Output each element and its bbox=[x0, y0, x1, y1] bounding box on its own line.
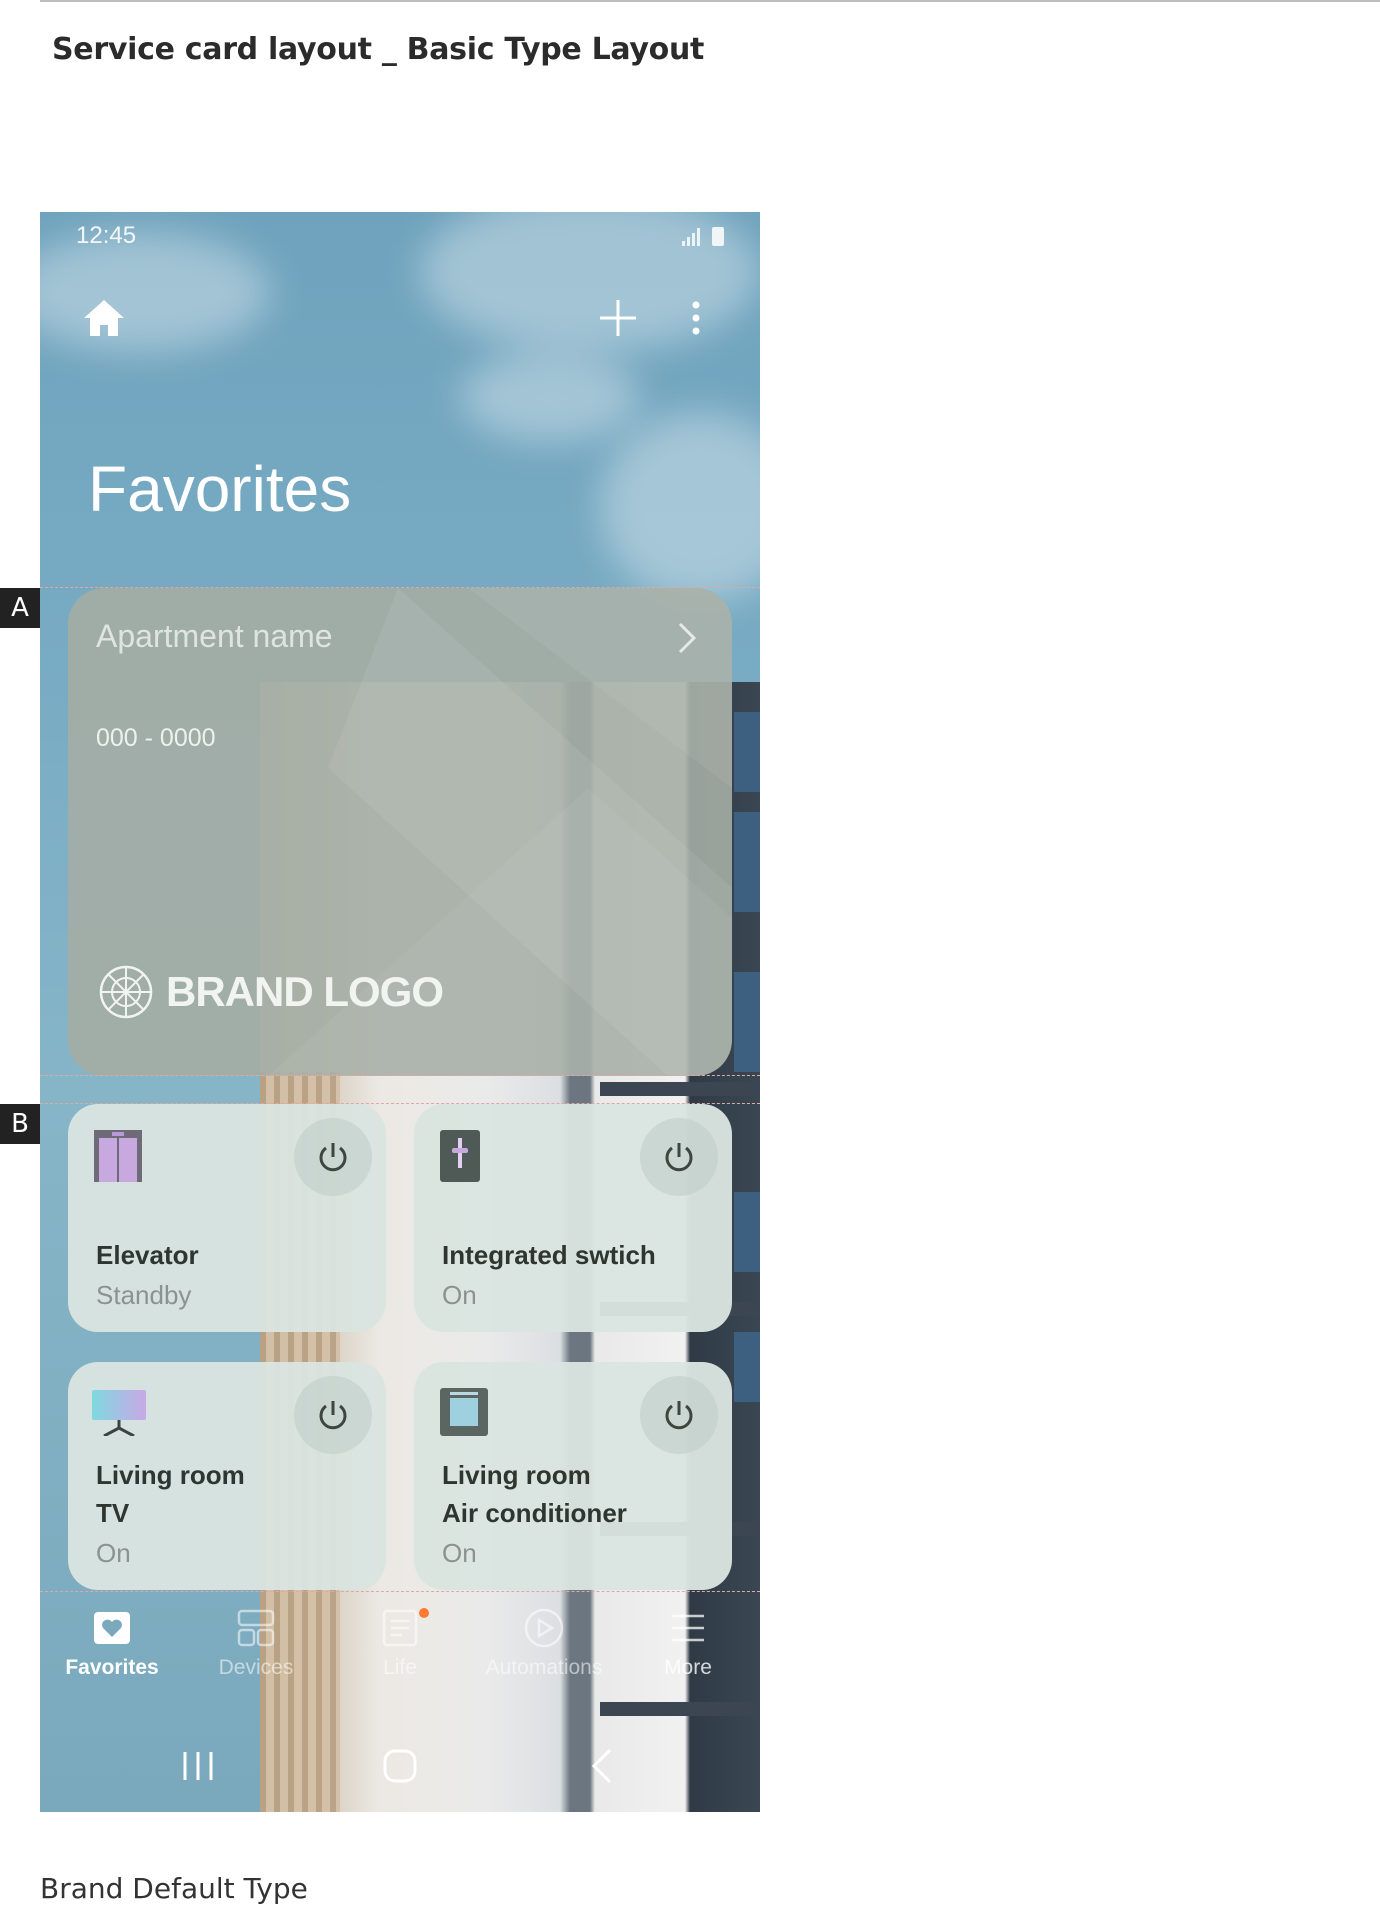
devices-grid-icon bbox=[236, 1608, 276, 1648]
nav-label: Favorites bbox=[65, 1656, 159, 1679]
device-card-living-room-air-conditioner[interactable]: Living room Air conditioner On bbox=[414, 1362, 732, 1590]
nav-item-more[interactable]: More bbox=[616, 1602, 760, 1692]
top-divider bbox=[40, 0, 1380, 2]
power-button[interactable] bbox=[294, 1118, 372, 1196]
power-icon bbox=[665, 1143, 693, 1172]
device-status: On bbox=[442, 1280, 477, 1310]
device-name: Integrated swtich bbox=[442, 1240, 656, 1270]
status-bar: 12:45 bbox=[40, 212, 760, 262]
more-options-icon[interactable] bbox=[666, 288, 726, 348]
chevron-right-icon[interactable] bbox=[668, 620, 704, 656]
nav-item-life[interactable]: Life bbox=[328, 1602, 472, 1692]
elevator-icon bbox=[94, 1130, 142, 1187]
power-button[interactable] bbox=[640, 1376, 718, 1454]
automations-play-icon bbox=[524, 1608, 564, 1648]
marker-b: B bbox=[0, 1104, 40, 1144]
brand-logo: BRAND LOGO bbox=[98, 964, 444, 1020]
home-icon[interactable] bbox=[74, 288, 134, 348]
nav-label: More bbox=[664, 1656, 712, 1679]
marker-a: A bbox=[0, 588, 40, 628]
service-card[interactable]: Apartment name 000 - 0000 BRAND LOGO bbox=[68, 588, 732, 1076]
device-card-integrated-switch[interactable]: Integrated swtich On bbox=[414, 1104, 732, 1332]
nav-label: Devices bbox=[218, 1656, 294, 1679]
nav-item-automations[interactable]: Automations bbox=[472, 1602, 616, 1692]
device-card-living-room-tv[interactable]: Living room TV On bbox=[68, 1362, 386, 1590]
phone-screen: 12:45 Favorites Apartment name 000 - 000… bbox=[40, 212, 760, 1812]
bottom-navigation: Favorites Devices Life Automations More bbox=[40, 1602, 760, 1692]
brand-logo-text: BRAND LOGO bbox=[166, 968, 444, 1015]
back-icon[interactable] bbox=[572, 1736, 632, 1796]
guide-line bbox=[40, 1103, 760, 1104]
apartment-number: 000 - 0000 bbox=[96, 724, 216, 752]
nav-label: Automations bbox=[485, 1656, 603, 1679]
switch-icon bbox=[440, 1130, 480, 1187]
air-conditioner-icon bbox=[440, 1388, 488, 1441]
power-icon bbox=[319, 1143, 347, 1172]
power-button[interactable] bbox=[640, 1118, 718, 1196]
battery-icon bbox=[712, 227, 724, 246]
page-title: Favorites bbox=[88, 453, 352, 525]
power-icon bbox=[319, 1401, 347, 1430]
power-icon bbox=[665, 1401, 693, 1430]
device-name: Elevator bbox=[96, 1240, 199, 1270]
device-status: On bbox=[96, 1538, 131, 1568]
document-title: Service card layout _ Basic Type Layout bbox=[52, 32, 705, 67]
device-card-elevator[interactable]: Elevator Standby bbox=[68, 1104, 386, 1332]
recent-apps-icon[interactable] bbox=[168, 1736, 228, 1796]
favorites-heart-icon bbox=[92, 1608, 132, 1648]
nav-item-favorites[interactable]: Favorites bbox=[40, 1602, 184, 1692]
device-name-line2: Air conditioner bbox=[442, 1498, 627, 1528]
home-button-icon[interactable] bbox=[370, 1736, 430, 1796]
layout-caption: Brand Default Type bbox=[40, 1872, 308, 1905]
brand-logo-icon bbox=[99, 965, 153, 1019]
menu-icon bbox=[668, 1608, 708, 1648]
nav-label: Life bbox=[383, 1656, 417, 1679]
tv-icon bbox=[92, 1390, 146, 1441]
signal-icon bbox=[682, 226, 702, 246]
device-status: On bbox=[442, 1538, 477, 1568]
system-navigation-bar bbox=[40, 1726, 760, 1806]
apartment-name: Apartment name bbox=[96, 618, 333, 654]
status-time: 12:45 bbox=[76, 222, 137, 249]
device-status: Standby bbox=[96, 1280, 192, 1310]
power-button[interactable] bbox=[294, 1376, 372, 1454]
guide-line bbox=[40, 1075, 760, 1076]
nav-item-devices[interactable]: Devices bbox=[184, 1602, 328, 1692]
device-name-line1: Living room bbox=[96, 1460, 245, 1490]
device-name-line2: TV bbox=[96, 1498, 130, 1528]
device-name-line1: Living room bbox=[442, 1460, 591, 1490]
add-icon[interactable] bbox=[588, 288, 648, 348]
life-icon bbox=[380, 1608, 420, 1648]
guide-line bbox=[40, 587, 760, 588]
guide-line bbox=[40, 1591, 760, 1592]
